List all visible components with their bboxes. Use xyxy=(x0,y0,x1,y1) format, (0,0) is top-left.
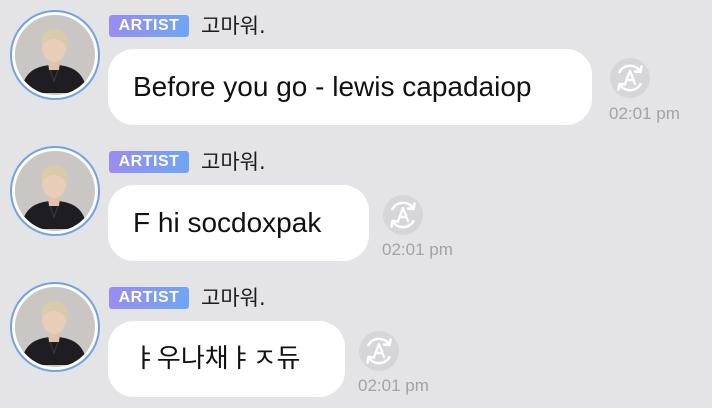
avatar-photo xyxy=(15,15,95,95)
artist-badge: ARTIST xyxy=(109,287,189,309)
artist-avatar[interactable] xyxy=(10,282,100,372)
translate-icon[interactable] xyxy=(608,56,652,100)
translate-icon[interactable] xyxy=(357,329,401,373)
message-bubble[interactable]: F hi socdoxpak xyxy=(108,185,369,261)
timestamp: 02:01 pm xyxy=(382,240,453,259)
message-row: ARTIST 고마워. ㅑ우나채ㅑㅈ듀 02:01 pm xyxy=(0,272,712,408)
sender-name: 고마워. xyxy=(201,150,266,174)
artist-badge: ARTIST xyxy=(109,15,189,37)
timestamp: 02:01 pm xyxy=(358,376,429,395)
message-row: ARTIST 고마워. Before you go - lewis capada… xyxy=(0,0,712,136)
avatar-photo xyxy=(15,287,95,367)
message-bubble[interactable]: ㅑ우나채ㅑㅈ듀 xyxy=(108,321,345,397)
sender-name: 고마워. xyxy=(201,14,266,38)
timestamp: 02:01 pm xyxy=(609,104,680,123)
message-bubble[interactable]: Before you go - lewis capadaiop xyxy=(108,49,592,125)
artist-badge: ARTIST xyxy=(109,151,189,173)
translate-icon[interactable] xyxy=(381,193,425,237)
avatar-photo xyxy=(15,151,95,231)
artist-avatar[interactable] xyxy=(10,146,100,236)
sender-name: 고마워. xyxy=(201,286,266,310)
artist-avatar[interactable] xyxy=(10,10,100,100)
message-row: ARTIST 고마워. F hi socdoxpak 02:01 pm xyxy=(0,136,712,272)
